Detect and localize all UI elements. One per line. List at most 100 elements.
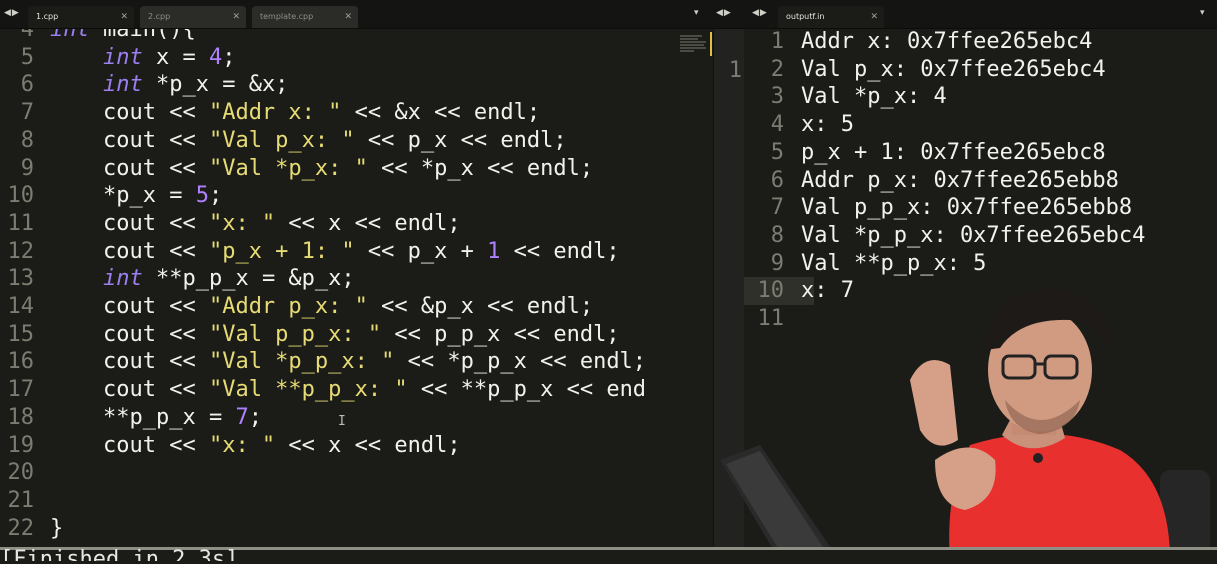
code-line[interactable]: 15 cout << "Val p_p_x: " << p_p_x << end… xyxy=(0,321,676,349)
code-line[interactable]: 12 cout << "p_x + 1: " << p_x + 1 << end… xyxy=(0,238,676,266)
output-line[interactable]: 8 Val *p_p_x: 0x7ffee265ebc4 xyxy=(744,222,1217,250)
tab-nav-arrows-middle[interactable]: ◀▶ xyxy=(716,8,732,18)
code-text: cout << "x: " << x << endl; xyxy=(50,432,461,460)
code-token: << p_x << endl; xyxy=(354,127,567,153)
line-number: 15 xyxy=(7,321,35,347)
code-line[interactable]: 14 cout << "Addr p_x: " << &p_x << endl; xyxy=(0,293,676,321)
output-line[interactable]: 3 Val *p_x: 4 xyxy=(744,83,1217,111)
close-icon[interactable]: ✕ xyxy=(870,6,878,28)
line-number: 21 xyxy=(7,487,35,513)
minimap-line xyxy=(680,41,706,43)
close-icon[interactable]: ✕ xyxy=(120,6,128,28)
code-line[interactable]: 6 int *p_x = &x; xyxy=(0,71,676,99)
code-line[interactable]: 21 xyxy=(0,487,676,515)
tab-bar: ◀▶ 1.cpp ✕ 2.cpp ✕ template.cpp ✕ ▾ ◀▶ ◀… xyxy=(0,0,1217,29)
tab-dropdown-icon-right[interactable]: ▾ xyxy=(1200,8,1206,18)
code-line[interactable]: 7 cout << "Addr x: " << &x << endl; xyxy=(0,99,676,127)
string-token: "Val p_p_x: " xyxy=(208,321,382,347)
tab-nav-arrows-right[interactable]: ◀▶ xyxy=(752,8,768,18)
code-token: } xyxy=(50,515,64,541)
line-number: 5 xyxy=(20,44,34,70)
tab-dropdown-icon[interactable]: ▾ xyxy=(694,8,700,18)
code-text: cout << "x: " << x << endl; xyxy=(50,210,461,238)
code-line[interactable]: 9 cout << "Val *p_x: " << *p_x << endl; xyxy=(0,155,676,183)
number-token: 7 xyxy=(235,404,249,430)
line-number: 7 xyxy=(20,100,34,126)
code-text: int *p_x = &x; xyxy=(50,71,288,99)
code-token: cout << xyxy=(50,127,209,153)
code-line[interactable]: 5 int x = 4; xyxy=(0,44,676,72)
tab-template-cpp[interactable]: template.cpp ✕ xyxy=(252,6,358,28)
tab-label: 1.cpp xyxy=(36,12,59,21)
minimap-line xyxy=(680,50,694,52)
line-number: 19 xyxy=(7,432,35,458)
code-line[interactable]: 22} xyxy=(0,515,676,543)
tab-2-cpp[interactable]: 2.cpp ✕ xyxy=(140,6,246,28)
code-token: x = xyxy=(142,44,209,70)
output-line[interactable]: 6 Addr p_x: 0x7ffee265ebb8 xyxy=(744,167,1217,195)
code-line[interactable]: 17 cout << "Val **p_p_x: " << **p_p_x <<… xyxy=(0,376,676,404)
tab-label: 2.cpp xyxy=(148,12,171,21)
close-icon[interactable]: ✕ xyxy=(232,6,240,28)
code-token: << &p_x << endl; xyxy=(367,294,594,319)
line-number: 7 xyxy=(770,195,784,221)
output-line[interactable]: 2 Val p_x: 0x7ffee265ebc4 xyxy=(744,56,1217,84)
minimap[interactable] xyxy=(676,29,713,547)
line-number: 8 xyxy=(770,222,784,248)
code-token: cout << xyxy=(50,238,209,264)
tab-nav-arrows-left[interactable]: ◀▶ xyxy=(4,8,20,18)
scroll-thumb[interactable] xyxy=(710,32,712,56)
tab-1-cpp[interactable]: 1.cpp ✕ xyxy=(28,6,134,28)
code-line[interactable]: 10 *p_x = 5; xyxy=(0,182,676,210)
code-text: int main(){ xyxy=(50,29,196,44)
code-line[interactable]: 19 cout << "x: " << x << endl; xyxy=(0,432,676,460)
minimap-line xyxy=(680,35,702,37)
string-token: "x: " xyxy=(208,210,276,236)
output-line[interactable]: 1 Addr x: 0x7ffee265ebc4 xyxy=(744,29,1217,56)
code-text: int x = 4; xyxy=(50,44,235,72)
code-text: cout << "Val *p_x: " << *p_x << endl; xyxy=(50,155,593,183)
code-line[interactable]: 16 cout << "Val *p_p_x: " << *p_p_x << e… xyxy=(0,348,676,376)
line-number: 12 xyxy=(7,238,35,264)
line-number: 1 xyxy=(770,29,784,54)
code-text: int **p_p_x = &p_x; xyxy=(50,265,355,293)
output-line[interactable]: 7 Val p_p_x: 0x7ffee265ebb8 xyxy=(744,194,1217,222)
string-token: "x: " xyxy=(208,432,276,458)
output-text: Val p_x: 0x7ffee265ebc4 xyxy=(801,56,1106,82)
output-text: Val p_p_x: 0x7ffee265ebb8 xyxy=(801,195,1133,221)
line-number: 9 xyxy=(20,155,34,181)
line-number: 10 xyxy=(7,183,35,209)
code-text: **p_p_x = 7; xyxy=(50,404,262,432)
string-token: "Val **p_p_x: " xyxy=(208,377,408,403)
output-line[interactable]: 4 x: 5 xyxy=(744,111,1217,139)
output-text: p_x + 1: 0x7ffee265ebc8 xyxy=(801,139,1106,165)
line-number: 4 xyxy=(20,29,34,42)
string-token: "Val p_x: " xyxy=(208,127,355,153)
output-text: Val *p_x: 4 xyxy=(801,84,947,110)
code-token: << endl; xyxy=(500,238,620,264)
code-token: << x << endl; xyxy=(275,210,461,236)
code-editor[interactable]: 4 int main(){5 int x = 4; 6 int *p_x = &x;… xyxy=(0,29,676,547)
code-token: << *p_p_x << endl; xyxy=(394,349,647,375)
code-line[interactable]: 20 xyxy=(0,459,676,487)
code-token: cout << xyxy=(50,432,209,458)
code-token: *p_x = xyxy=(50,183,196,209)
code-token: ; xyxy=(248,404,262,430)
code-token: cout << xyxy=(50,155,209,181)
code-line[interactable]: 13 int **p_p_x = &p_x; xyxy=(0,265,676,293)
close-icon[interactable]: ✕ xyxy=(344,6,352,28)
line-number: 22 xyxy=(7,515,35,541)
presenter-video-overlay xyxy=(720,288,1210,561)
code-line[interactable]: 4 int main(){ xyxy=(0,29,676,44)
tab-outputf-in[interactable]: outputf.in ✕ xyxy=(778,6,884,28)
code-token: << &x << endl; xyxy=(341,100,541,126)
output-text: Addr x: 0x7ffee265ebc4 xyxy=(801,29,1093,54)
output-line[interactable]: 5 p_x + 1: 0x7ffee265ebc8 xyxy=(744,139,1217,167)
output-text: Val *p_p_x: 0x7ffee265ebc4 xyxy=(801,222,1146,248)
code-line[interactable]: 8 cout << "Val p_x: " << p_x << endl; xyxy=(0,127,676,155)
line-number: 6 xyxy=(770,167,784,193)
code-line[interactable]: 11 cout << "x: " << x << endl; xyxy=(0,210,676,238)
code-token: **p_p_x = &p_x; xyxy=(142,266,355,292)
